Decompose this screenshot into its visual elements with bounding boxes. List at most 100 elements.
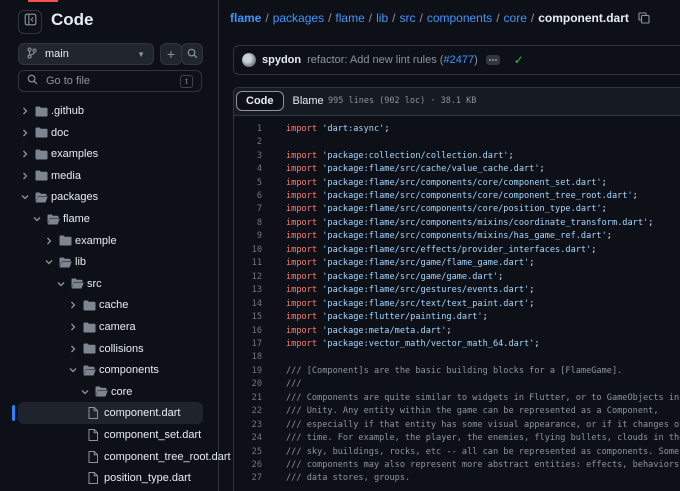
add-file-button[interactable]: + — [160, 43, 182, 65]
line-number[interactable]: 14 — [234, 299, 262, 309]
line-number[interactable]: 25 — [234, 447, 262, 457]
commit-message[interactable]: refactor: Add new lint rules (#2477) — [307, 54, 478, 66]
tree-file-item[interactable]: position_type.dart — [0, 467, 219, 489]
check-icon[interactable]: ✓ — [514, 53, 524, 67]
line-number[interactable]: 12 — [234, 272, 262, 282]
file-icon — [86, 450, 100, 463]
commit-pr-link[interactable]: #2477 — [443, 54, 474, 66]
tree-file-item[interactable]: component.dart — [0, 402, 219, 425]
line-number[interactable]: 1 — [234, 124, 262, 134]
line-number[interactable]: 2 — [234, 137, 262, 147]
code-string: 'package:meta/meta.dart' — [322, 325, 447, 336]
line-number[interactable]: 13 — [234, 285, 262, 295]
line-number[interactable]: 11 — [234, 258, 262, 268]
file-icon — [86, 429, 100, 441]
chevron-right-icon[interactable] — [68, 300, 78, 310]
line-number[interactable]: 20 — [234, 379, 262, 389]
tree-folder-item[interactable]: core — [0, 381, 219, 403]
tree-folder-item[interactable]: example — [0, 230, 219, 252]
tree-file-item[interactable]: component_set.dart — [0, 424, 219, 446]
tree-item-label: cache — [99, 299, 129, 312]
line-number[interactable]: 19 — [234, 366, 262, 376]
line-number[interactable]: 23 — [234, 420, 262, 430]
tree-folder-item[interactable]: collisions — [0, 338, 219, 360]
tree-folder-item[interactable]: .github — [0, 100, 219, 122]
code-line: 15 import 'package:flutter/painting.dart'… — [234, 310, 680, 324]
line-number[interactable]: 16 — [234, 326, 262, 336]
chevron-right-icon[interactable] — [68, 322, 78, 332]
tree-folder-item[interactable]: lib — [0, 251, 219, 273]
tree-folder-item[interactable]: camera — [0, 316, 219, 338]
line-number[interactable]: 24 — [234, 433, 262, 443]
tree-folder-item[interactable]: components — [0, 359, 219, 381]
breadcrumb-link[interactable]: packages — [273, 11, 324, 25]
code-text: /// sky, buildings, rocks, etc -- all ca… — [286, 447, 679, 457]
chevron-right-icon[interactable] — [44, 236, 54, 246]
breadcrumb-link[interactable]: src — [399, 11, 415, 25]
line-number[interactable]: 10 — [234, 245, 262, 255]
code-keyword: import — [286, 123, 323, 134]
tree-folder-item[interactable]: packages — [0, 186, 219, 208]
copy-icon[interactable] — [638, 12, 650, 24]
code-punctuation: ; — [591, 244, 597, 255]
line-number[interactable]: 7 — [234, 204, 262, 214]
tree-folder-item[interactable]: cache — [0, 294, 219, 316]
selected-indicator — [12, 405, 15, 422]
avatar[interactable] — [242, 53, 256, 67]
collapse-sidebar-button[interactable] — [18, 10, 42, 34]
line-number[interactable]: 8 — [234, 218, 262, 228]
chevron-down-icon[interactable] — [68, 365, 78, 375]
line-number[interactable]: 18 — [234, 352, 262, 362]
line-number[interactable]: 6 — [234, 191, 262, 201]
tree-file-item[interactable]: component_tree_root.dart — [0, 446, 231, 468]
code-string: 'dart:async' — [322, 123, 385, 134]
chevron-down-icon[interactable] — [56, 279, 66, 289]
chevron-down-icon[interactable] — [32, 214, 42, 224]
code-text: import 'package:flame/src/effects/provid… — [286, 245, 596, 255]
breadcrumb-repo-link[interactable]: flame — [230, 11, 261, 25]
line-number[interactable]: 26 — [234, 460, 262, 470]
breadcrumb-link[interactable]: flame — [335, 11, 364, 25]
chevron-down-icon[interactable] — [44, 257, 54, 267]
tree-item-label: examples — [51, 148, 99, 161]
line-number[interactable]: 9 — [234, 231, 262, 241]
chevron-right-icon[interactable] — [20, 149, 30, 159]
chevron-down-icon[interactable] — [20, 192, 30, 202]
chevron-right-icon[interactable] — [20, 171, 30, 181]
branch-selector[interactable]: main ▼ — [18, 43, 154, 65]
line-number[interactable]: 21 — [234, 393, 262, 403]
tab-code[interactable]: Code — [236, 91, 284, 111]
chevron-down-icon[interactable] — [80, 387, 90, 397]
code-line: 24 /// time. For example, the player, the… — [234, 431, 680, 445]
kebab-icon[interactable] — [485, 55, 500, 65]
chevron-right-icon[interactable] — [20, 106, 30, 116]
breadcrumb-link[interactable]: core — [504, 11, 527, 25]
breadcrumb-separator: / — [328, 11, 332, 25]
code-string: 'package:flame/src/components/core/compo… — [322, 177, 602, 188]
tab-blame[interactable]: Blame — [284, 91, 333, 111]
go-to-file-input[interactable]: Go to file t — [18, 70, 202, 92]
code-keyword: import — [286, 244, 323, 255]
line-number[interactable]: 27 — [234, 473, 262, 483]
tree-folder-item[interactable]: media — [0, 165, 219, 187]
code-text: import 'package:flame/src/text/text_pain… — [286, 299, 534, 309]
tree-folder-item[interactable]: src — [0, 273, 219, 295]
tree-folder-item[interactable]: doc — [0, 122, 219, 144]
chevron-right-icon[interactable] — [68, 344, 78, 354]
line-number[interactable]: 22 — [234, 406, 262, 416]
tree-folder-item[interactable]: flame — [0, 208, 219, 230]
breadcrumb-link[interactable]: components — [427, 11, 492, 25]
chevron-right-icon[interactable] — [20, 128, 30, 138]
code-line: 6 import 'package:flame/src/components/co… — [234, 189, 680, 203]
tree-folder-item[interactable]: examples — [0, 143, 219, 165]
line-number[interactable]: 5 — [234, 178, 262, 188]
line-number[interactable]: 4 — [234, 164, 262, 174]
line-number[interactable]: 3 — [234, 151, 262, 161]
line-number[interactable]: 15 — [234, 312, 262, 322]
breadcrumb-link[interactable]: lib — [376, 11, 388, 25]
line-number[interactable]: 17 — [234, 339, 262, 349]
tree-item-label: camera — [99, 321, 136, 333]
code-string: 'package:vector_math/vector_math_64.dart… — [322, 338, 535, 349]
commit-author[interactable]: spydon — [262, 54, 301, 66]
search-tree-button[interactable] — [181, 43, 203, 65]
